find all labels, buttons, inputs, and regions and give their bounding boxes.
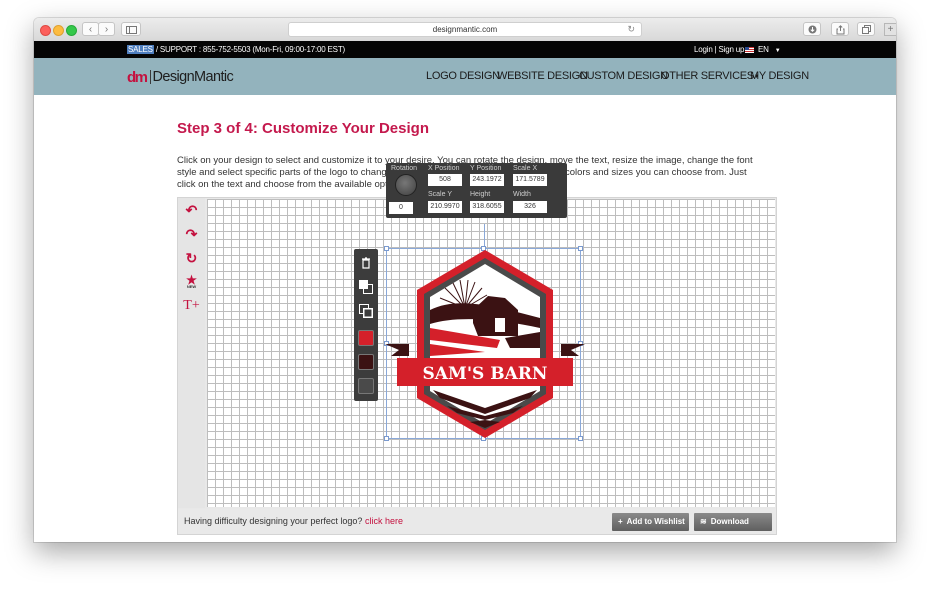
logo-text[interactable]: SAM'S BARN [423, 364, 548, 384]
downloads-button[interactable] [803, 22, 821, 36]
logo-divider [149, 70, 151, 84]
caret-down-icon: ▼ [774, 48, 781, 54]
sales-support-info: SALES / SUPPORT : 855-752-5503 (Mon-Fri,… [127, 41, 345, 58]
y-position-input[interactable]: 243.1972 [470, 174, 504, 186]
y-position-label: Y Position [470, 165, 502, 172]
minimize-window-button[interactable] [53, 25, 64, 36]
browser-toolbar: ‹ › designmantic.com ↻ [34, 18, 896, 42]
support-phone: / SUPPORT : 855-752-5503 (Mon-Fri, 09:00… [153, 45, 345, 54]
download-icon [808, 25, 816, 34]
object-toolbar [354, 249, 378, 401]
reset-icon: ↻ [185, 249, 198, 266]
barn-door [495, 318, 505, 332]
nav-logo-design[interactable]: LOGO DESIGN [426, 70, 500, 82]
add-symbol-button[interactable]: ★ NEW [178, 270, 205, 294]
auth-links: Login | Sign up [694, 41, 744, 58]
sams-barn-logo[interactable]: SAM'S BARN [385, 248, 585, 443]
top-info-bar: SALES / SUPPORT : 855-752-5503 (Mon-Fri,… [34, 41, 896, 58]
maximize-window-button[interactable] [66, 25, 77, 36]
width-label: Width [513, 191, 531, 198]
wifi-download-icon: ≋ [700, 517, 707, 526]
address-bar[interactable]: designmantic.com ↻ [288, 22, 642, 37]
signup-link[interactable]: Sign up [719, 45, 745, 54]
banner-left-tail [385, 344, 409, 356]
close-window-button[interactable] [40, 25, 51, 36]
download-button[interactable]: ≋ Download [694, 513, 772, 531]
back-button[interactable]: ‹ [82, 22, 99, 36]
color-swatch-gray[interactable] [358, 378, 374, 394]
rotation-dial[interactable] [395, 174, 417, 196]
scale-y-label: Scale Y [428, 191, 452, 198]
wishlist-label: Add to Wishlist [626, 517, 685, 526]
add-text-icon: T+ [183, 298, 200, 313]
redo-icon: ↷ [185, 225, 198, 242]
help-message: Having difficulty designing your perfect… [184, 516, 365, 526]
login-link[interactable]: Login [694, 45, 713, 54]
editor-footer: Having difficulty designing your perfect… [178, 509, 776, 534]
designmantic-logo[interactable]: dm DesignMantic [127, 68, 234, 86]
help-link[interactable]: click here [365, 516, 403, 526]
editor-side-toolbar: ↶ ↷ ↻ ★ NEW T+ [178, 198, 205, 508]
sidebar-icon [125, 26, 137, 34]
transform-panel: Rotation 0 X Position 508 Y Position 243… [386, 163, 567, 218]
nav-other-services[interactable]: OTHER SERVICES▼ [661, 70, 760, 82]
height-input[interactable]: 318.6055 [470, 201, 504, 213]
tabs-button[interactable] [857, 22, 875, 36]
logo-name: DesignMantic [152, 69, 234, 85]
forward-button[interactable]: › [98, 22, 115, 36]
rotation-input[interactable]: 0 [389, 202, 413, 214]
language-label: EN [758, 45, 769, 54]
new-badge: NEW [186, 284, 197, 289]
download-label: Download [710, 517, 749, 526]
nav-custom-design[interactable]: CUSTOM DESIGN [579, 70, 668, 82]
chevron-left-icon: ‹ [88, 24, 93, 35]
share-button[interactable] [831, 22, 849, 36]
main-navbar: dm DesignMantic LOGO DESIGN WEBSITE DESI… [34, 58, 896, 95]
redo-button[interactable]: ↷ [178, 222, 205, 246]
nav-my-design[interactable]: MY DESIGN [750, 70, 809, 82]
page-title: Step 3 of 4: Customize Your Design [177, 120, 429, 137]
trash-icon [362, 257, 370, 269]
us-flag-icon [745, 46, 754, 53]
height-label: Height [470, 191, 491, 198]
delete-button[interactable] [357, 254, 375, 272]
width-input[interactable]: 326 [513, 201, 547, 213]
scale-x-label: Scale X [513, 165, 538, 172]
add-to-wishlist-button[interactable]: + Add to Wishlist [612, 513, 689, 531]
banner-right-tail [561, 344, 585, 356]
tabs-icon [861, 25, 871, 34]
x-position-label: X Position [428, 165, 460, 172]
share-icon [836, 25, 844, 35]
color-swatch-dark-brown[interactable] [358, 354, 374, 370]
send-to-back-icon [359, 304, 373, 318]
rotate-handle-line [484, 224, 485, 246]
rotation-label: Rotation [391, 165, 418, 172]
bring-to-front-icon [359, 280, 373, 294]
bring-to-front-button[interactable] [357, 278, 375, 296]
plus-icon: + [618, 517, 623, 526]
undo-icon: ↶ [185, 201, 198, 218]
reload-icon[interactable]: ↻ [627, 23, 635, 36]
nav-other-services-label: OTHER SERVICES [661, 70, 754, 82]
new-tab-button[interactable]: + [884, 23, 896, 36]
x-position-input[interactable]: 508 [428, 174, 462, 186]
reset-button[interactable]: ↻ [178, 246, 205, 270]
scale-x-input[interactable]: 171.5789 [513, 174, 547, 186]
logo-mark: dm [127, 68, 148, 86]
sales-label: SALES [127, 45, 154, 54]
nav-website-design[interactable]: WEBSITE DESIGN [497, 70, 588, 82]
help-text: Having difficulty designing your perfect… [184, 509, 403, 534]
send-to-back-button[interactable] [357, 302, 375, 320]
url-text: designmantic.com [432, 25, 498, 34]
sidebar-button[interactable] [121, 22, 141, 36]
add-text-button[interactable]: T+ [178, 294, 205, 318]
color-swatch-red[interactable] [358, 330, 374, 346]
undo-button[interactable]: ↶ [178, 198, 205, 222]
chevron-right-icon: › [104, 24, 109, 35]
scale-y-input[interactable]: 210.9970 [428, 201, 462, 213]
